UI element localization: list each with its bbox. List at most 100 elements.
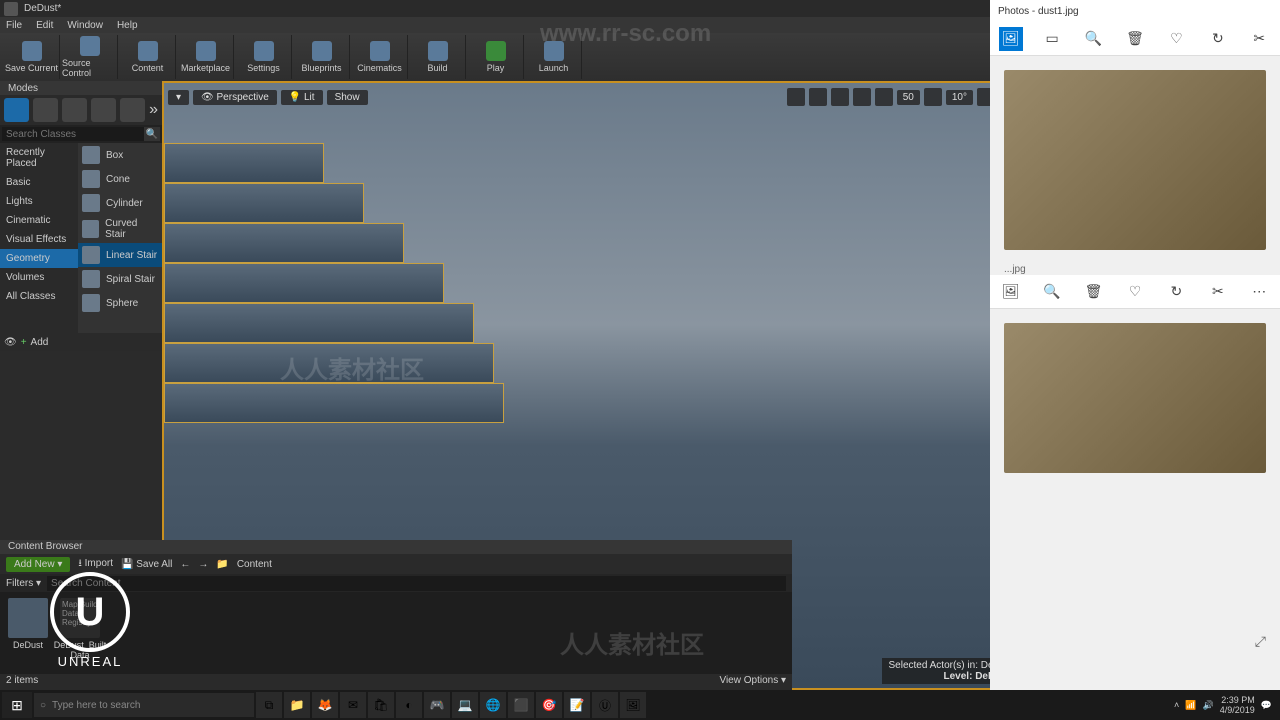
expand-icon[interactable]: ⤢: [1255, 633, 1266, 650]
tray-network-icon[interactable]: 📶: [1185, 700, 1196, 711]
photos-rotate-icon[interactable]: ↻: [1206, 27, 1230, 51]
build-button[interactable]: Build: [410, 35, 466, 79]
photos-zoom-icon[interactable]: 🔍: [1082, 27, 1106, 51]
content-button[interactable]: Content: [120, 35, 176, 79]
photos-zoom-icon[interactable]: 🔍: [1040, 280, 1064, 304]
modes-tab[interactable]: Modes: [0, 81, 162, 95]
menu-edit[interactable]: Edit: [36, 20, 53, 31]
search-classes-input[interactable]: [2, 127, 144, 141]
shape-curved-stair[interactable]: Curved Stair: [78, 215, 162, 243]
settings-button[interactable]: Settings: [236, 35, 292, 79]
launch-button[interactable]: Launch: [526, 35, 582, 79]
photos-image-2[interactable]: [1004, 323, 1266, 473]
notifications-icon[interactable]: 💬: [1261, 700, 1272, 711]
taskbar-app-icon[interactable]: 🛍: [368, 692, 394, 718]
geometry-mode-icon[interactable]: [120, 98, 145, 122]
taskbar-app-icon[interactable]: ⬛: [508, 692, 534, 718]
tray-up-icon[interactable]: ˄: [1174, 700, 1179, 710]
photos-view-icon[interactable]: 🖼: [999, 27, 1023, 51]
snap-angle-icon[interactable]: [924, 88, 942, 106]
tray-volume-icon[interactable]: 🔊: [1203, 700, 1214, 711]
taskbar-app-icon[interactable]: 💻: [452, 692, 478, 718]
menu-file[interactable]: File: [6, 20, 22, 31]
cat-basic[interactable]: Basic: [0, 173, 78, 192]
show-button[interactable]: Show: [327, 90, 368, 105]
coord-icon[interactable]: [853, 88, 871, 106]
perspective-button[interactable]: 👁 Perspective: [193, 90, 277, 105]
photos-delete-icon[interactable]: 🗑: [1123, 27, 1147, 51]
path-content[interactable]: Content: [237, 559, 272, 570]
folder-icon[interactable]: 📁: [216, 559, 228, 570]
taskbar-app-icon[interactable]: 🦊: [312, 692, 338, 718]
taskbar-app-icon[interactable]: 🌐: [480, 692, 506, 718]
cat-cinematic[interactable]: Cinematic: [0, 211, 78, 230]
photos-delete-icon[interactable]: 🗑: [1082, 280, 1106, 304]
place-mode-icon[interactable]: [4, 98, 29, 122]
viewport-menu-icon[interactable]: ▾: [168, 90, 189, 105]
view-options-button[interactable]: View Options ▾: [719, 675, 786, 689]
add-new-button[interactable]: Add New ▾: [6, 557, 70, 572]
shape-cylinder[interactable]: Cylinder: [78, 191, 162, 215]
cat-geometry[interactable]: Geometry: [0, 249, 78, 268]
shape-box[interactable]: Box: [78, 143, 162, 167]
task-view-icon[interactable]: ⧉: [256, 692, 282, 718]
content-search-input[interactable]: [47, 576, 786, 591]
source-control-button[interactable]: Source Control: [62, 35, 118, 79]
blueprints-button[interactable]: Blueprints: [294, 35, 350, 79]
cat-volumes[interactable]: Volumes: [0, 268, 78, 287]
cat-recently-placed[interactable]: Recently Placed: [0, 143, 78, 173]
shape-spiral-stair[interactable]: Spiral Stair: [78, 267, 162, 291]
taskbar-app-icon[interactable]: ◐: [396, 692, 422, 718]
snap-angle-value[interactable]: 10°: [946, 90, 973, 105]
taskbar-app-icon[interactable]: 📁: [284, 692, 310, 718]
scale-icon[interactable]: [831, 88, 849, 106]
taskbar-app-icon[interactable]: ✉: [340, 692, 366, 718]
shape-cone[interactable]: Cone: [78, 167, 162, 191]
taskbar-app-icon[interactable]: 🎯: [536, 692, 562, 718]
photos-favorite-icon[interactable]: ♡: [1123, 280, 1147, 304]
nav-fwd-icon[interactable]: →: [198, 559, 208, 570]
photos-rotate-icon[interactable]: ↻: [1164, 280, 1188, 304]
photos-crop-icon[interactable]: ✂: [1247, 27, 1271, 51]
taskbar-ue-icon[interactable]: Ⓤ: [592, 692, 618, 718]
eye-icon[interactable]: 👁: [4, 337, 17, 348]
cat-all-classes[interactable]: All Classes: [0, 287, 78, 306]
taskbar-photos-icon[interactable]: 🖼: [620, 692, 646, 718]
snap-grid-value[interactable]: 50: [897, 90, 920, 105]
photos-crop-icon[interactable]: ✂: [1206, 280, 1230, 304]
photos-slideshow-icon[interactable]: ▭: [1040, 27, 1064, 51]
snap-grid-icon[interactable]: [875, 88, 893, 106]
nav-back-icon[interactable]: ←: [180, 559, 190, 570]
cinematics-button[interactable]: Cinematics: [352, 35, 408, 79]
taskbar-search[interactable]: ○ Type here to search: [34, 693, 254, 717]
landscape-mode-icon[interactable]: [62, 98, 87, 122]
rotate-icon[interactable]: [809, 88, 827, 106]
lit-button[interactable]: 💡 Lit: [281, 90, 323, 105]
translate-icon[interactable]: [787, 88, 805, 106]
save-current-button[interactable]: Save Current: [4, 35, 60, 79]
linear-stair-mesh[interactable]: [164, 143, 504, 483]
save-all-button[interactable]: 💾 Save All: [121, 559, 172, 570]
content-browser-tab[interactable]: Content Browser: [0, 540, 792, 554]
play-button[interactable]: Play: [468, 35, 524, 79]
photos-view-icon[interactable]: 🖼: [999, 280, 1023, 304]
taskbar-app-icon[interactable]: 🎮: [424, 692, 450, 718]
foliage-mode-icon[interactable]: [91, 98, 116, 122]
import-button[interactable]: ⭳ Import: [78, 556, 113, 573]
photos-favorite-icon[interactable]: ♡: [1164, 27, 1188, 51]
add-icon[interactable]: +: [21, 337, 27, 348]
paint-mode-icon[interactable]: [33, 98, 58, 122]
clock-time[interactable]: 2:39 PM: [1220, 695, 1255, 705]
start-button[interactable]: ⊞: [2, 692, 32, 718]
menu-help[interactable]: Help: [117, 20, 138, 31]
cat-visual-effects[interactable]: Visual Effects: [0, 230, 78, 249]
marketplace-button[interactable]: Marketplace: [178, 35, 234, 79]
menu-window[interactable]: Window: [67, 20, 103, 31]
photos-image-1[interactable]: [1004, 70, 1266, 250]
cat-lights[interactable]: Lights: [0, 192, 78, 211]
shape-linear-stair[interactable]: Linear Stair: [78, 243, 162, 267]
search-icon[interactable]: 🔍: [144, 127, 160, 141]
modes-overflow-icon[interactable]: »: [149, 101, 158, 119]
clock-date[interactable]: 4/9/2019: [1220, 705, 1255, 715]
photos-more-icon[interactable]: ⋯: [1247, 280, 1271, 304]
